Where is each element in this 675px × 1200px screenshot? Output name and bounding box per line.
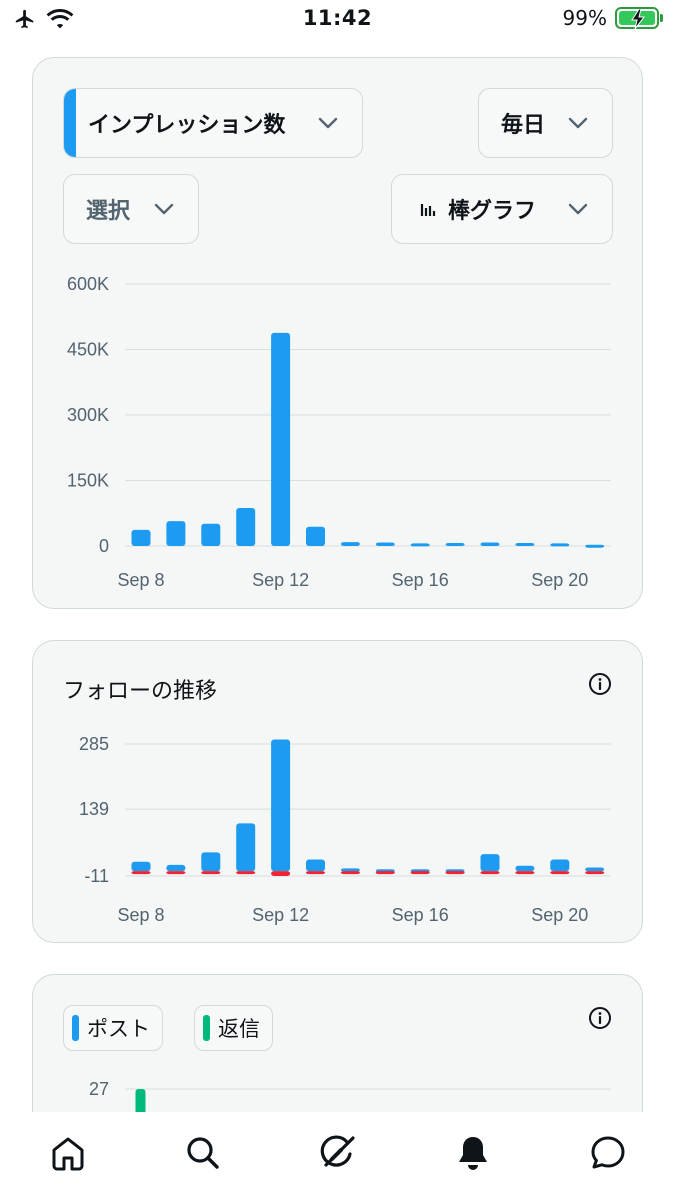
bar [585, 544, 605, 548]
nav-grok[interactable] [308, 1123, 368, 1183]
y-tick-label: 450K [67, 340, 109, 360]
impressions-card: インプレッション数 毎日 選択 棒グラフ 600K 450K 300K 150K 0 Se… [32, 57, 643, 609]
bar [201, 871, 221, 875]
x-tick-label: Sep 20 [531, 570, 588, 590]
y-tick-label: 150K [67, 471, 109, 491]
bar [410, 543, 430, 547]
x-tick-label: Sep 12 [252, 905, 309, 925]
home-icon [52, 1137, 83, 1171]
bar [480, 542, 500, 546]
battery-percent: 99% [562, 6, 607, 30]
x-tick-label: Sep 16 [392, 905, 449, 925]
bar [306, 859, 325, 872]
bar [515, 871, 535, 875]
bar [201, 523, 221, 546]
bar [375, 871, 395, 875]
bar [410, 871, 430, 875]
messages-icon [591, 1136, 624, 1169]
bar [480, 854, 500, 872]
bar [236, 871, 256, 875]
search-icon [186, 1137, 219, 1169]
status-right: 99% [562, 6, 663, 30]
bar [515, 542, 535, 546]
y-tick-label: 139 [79, 799, 109, 819]
notifications-icon [458, 1137, 487, 1170]
nav-search[interactable] [173, 1123, 233, 1183]
bar [340, 542, 360, 546]
x-tick-label: Sep 20 [531, 905, 588, 925]
battery-charging-icon [615, 7, 663, 29]
bar [585, 871, 605, 875]
status-bar: 11:42 99% [0, 0, 675, 40]
bar [271, 871, 291, 876]
bar [375, 542, 395, 546]
bar [340, 868, 360, 872]
bar [166, 871, 186, 875]
x-tick-label: Sep 16 [392, 570, 449, 590]
follow-trend-card: フォローの推移 285 139 -11 Sep 8 Sep 12 Sep 16 Sep 20 [32, 640, 643, 943]
bar [550, 543, 570, 547]
nav-notifications[interactable] [443, 1123, 503, 1183]
bar [131, 871, 151, 875]
y-tick-label: -11 [84, 866, 109, 886]
follow-bar-chart: 285 139 -11 Sep 8 Sep 12 Sep 16 Sep 20 [79, 734, 611, 925]
bar [131, 529, 151, 546]
bar [131, 861, 151, 872]
y-tick-label: 285 [79, 734, 109, 754]
bar [340, 871, 360, 875]
bar [585, 867, 605, 872]
x-tick-label: Sep 8 [117, 905, 164, 925]
y-tick-label: 600K [67, 274, 109, 294]
bar [445, 542, 465, 546]
x-tick-label: Sep 12 [252, 570, 309, 590]
bar [306, 871, 325, 875]
x-tick-label: Sep 8 [117, 570, 164, 590]
bar [236, 823, 256, 872]
bar [201, 852, 221, 872]
bar [271, 739, 291, 872]
bar [445, 871, 465, 875]
bar [480, 871, 500, 875]
bar [515, 865, 535, 872]
bottom-nav [0, 1112, 675, 1200]
grok-icon [320, 1135, 355, 1167]
bar [236, 508, 256, 546]
bar [550, 871, 570, 875]
bar [166, 521, 186, 546]
y-tick-label: 300K [67, 405, 109, 425]
y-tick-label: 27 [89, 1079, 109, 1099]
impressions-bar-chart: 600K 450K 300K 150K 0 Sep 8 Sep 12 Sep 16 Sep 20 [67, 274, 611, 590]
bar [306, 526, 325, 546]
y-tick-label: 0 [99, 536, 109, 556]
bar [166, 864, 186, 872]
bar [550, 859, 570, 872]
nav-messages[interactable] [578, 1123, 638, 1183]
nav-home[interactable] [38, 1123, 98, 1183]
bar [271, 332, 291, 546]
